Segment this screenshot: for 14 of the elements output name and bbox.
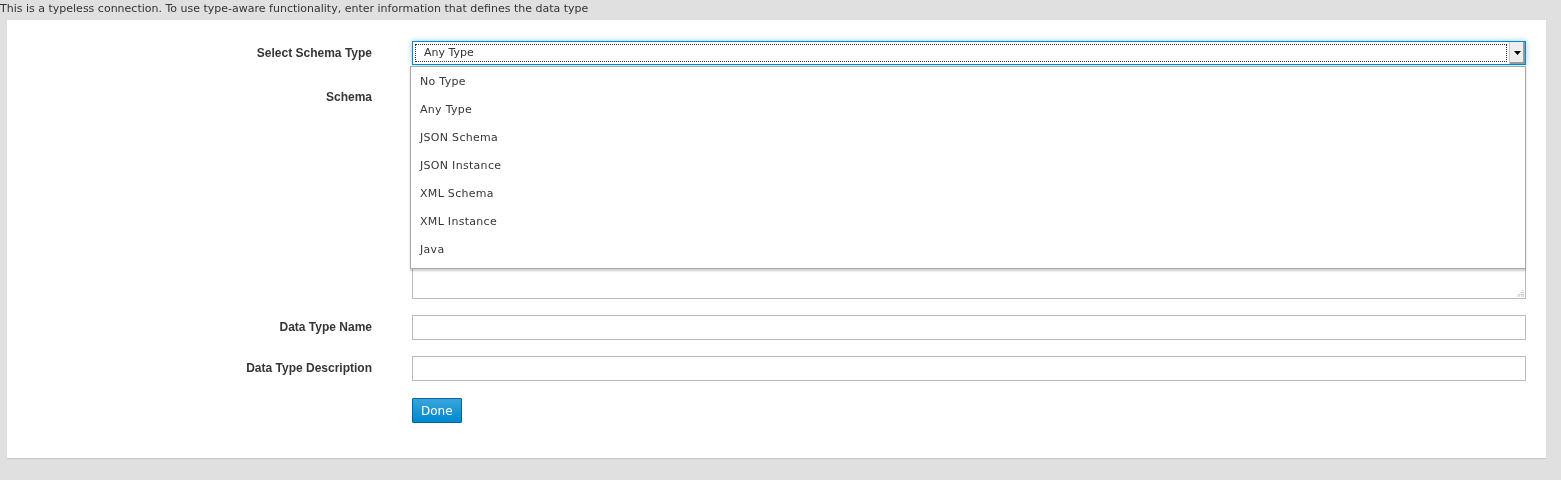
dropdown-option[interactable]: XML Schema [411, 180, 1525, 208]
dropdown-option[interactable]: Java [411, 236, 1525, 264]
field-label: Data Type Description [246, 360, 372, 377]
dropdown-option[interactable]: XML Instance [411, 208, 1525, 236]
dropdown-option[interactable]: JSON Schema [411, 124, 1525, 152]
field-label: Select Schema Type [256, 45, 372, 62]
field-label: Data Type Name [279, 319, 372, 336]
field-label: Schema [325, 89, 372, 106]
dropdown-option[interactable]: JSON Instance [411, 152, 1525, 180]
schema-type-select[interactable]: Any Type [412, 41, 1526, 65]
resize-grip-icon[interactable] [1517, 290, 1524, 297]
dropdown-option[interactable]: No Type [411, 68, 1525, 96]
dropdown-option[interactable]: Any Type [411, 96, 1525, 124]
notice-text: This is a typeless connection. To use type-aware functionality, enter information that defines the data type [0, 2, 590, 16]
